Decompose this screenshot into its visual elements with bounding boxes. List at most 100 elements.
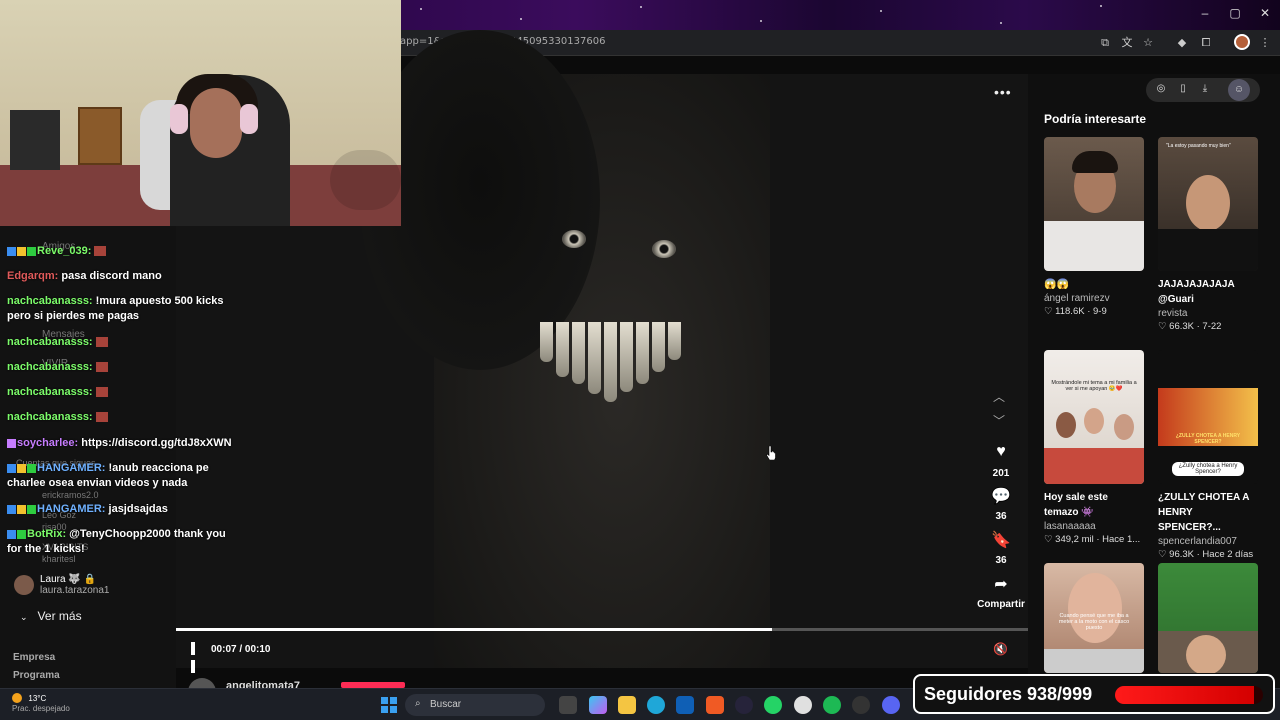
weather-widget[interactable]: 13°C Prac. despejado — [12, 693, 70, 713]
browser-menu-icon[interactable]: ⋮ — [1258, 36, 1272, 50]
chat-badge-icon — [17, 504, 26, 514]
whatsapp-icon[interactable] — [764, 696, 782, 714]
task-view-icon[interactable] — [559, 696, 577, 714]
file-explorer-icon[interactable] — [618, 696, 636, 714]
creature-teeth — [540, 322, 681, 402]
taskbar-search[interactable]: ⌕ Buscar — [405, 694, 545, 716]
screen: – ▢ ✕ app=1&web_id=7453545095330137606 ⧉… — [0, 0, 1280, 720]
like-button[interactable]: ♥ 201 — [978, 443, 1024, 481]
see-more-button[interactable]: ⌄ Ver más — [20, 609, 82, 623]
video-thumbnail[interactable]: "La estoy pasando muy bien" — [1158, 137, 1258, 271]
creature-eye-left — [562, 230, 586, 248]
phone-icon[interactable]: ▯ — [1176, 83, 1190, 94]
thumbnail-overlay-text: Mostrándole mi tema a mi familia a ver s… — [1051, 380, 1137, 392]
edge-icon[interactable] — [647, 696, 665, 714]
video-thumbnail[interactable]: Mostrándole mi tema a mi familia a ver s… — [1044, 350, 1144, 484]
card-caption: 😱😱 — [1044, 279, 1069, 290]
mute-icon[interactable]: 🔇 — [993, 642, 1008, 656]
chat-message: nachcabanasss: !mura apuesto 500 kicks p… — [7, 295, 224, 322]
app-icon[interactable] — [735, 696, 753, 714]
like-count: 201 — [992, 468, 1010, 479]
chat-badge-icon — [7, 504, 16, 514]
card-username[interactable]: ángel ramirezv — [1044, 293, 1144, 304]
chevron-down-icon: ⌄ — [20, 612, 28, 622]
creature-eye-right — [652, 240, 676, 258]
close-icon[interactable]: ✕ — [1250, 6, 1280, 20]
chat-badge-icon — [17, 529, 26, 539]
followers-goal-fill — [1115, 686, 1254, 704]
bookmark-star-icon[interactable]: ☆ — [1141, 36, 1155, 50]
recommended-video-card[interactable] — [1158, 563, 1258, 673]
followed-name: Laura 🐺 🔒 — [40, 574, 97, 585]
video-thumbnail[interactable] — [1044, 137, 1144, 271]
install-app-icon[interactable]: ⧉ — [1098, 36, 1112, 50]
compass-icon[interactable]: ◎ — [1154, 83, 1168, 94]
thumbnail-overlay-text: Cuando pensé que me iba a meter a la mot… — [1058, 613, 1130, 631]
extension-icon[interactable]: ◆ — [1175, 36, 1189, 50]
video-progress-bar[interactable] — [176, 628, 1028, 631]
chat-badge-icon — [27, 504, 36, 514]
next-video-icon[interactable]: ﹀ — [993, 412, 1005, 429]
taskbar-search-label: Buscar — [430, 699, 462, 710]
more-options-icon[interactable]: ••• — [994, 84, 1012, 100]
recommended-video-card[interactable]: ¿ZULLY CHOTEA A HENRY SPENCER? ¿Zully ch… — [1158, 350, 1258, 560]
obs-icon[interactable] — [852, 696, 870, 714]
card-username[interactable]: lasanaaaaa — [1044, 521, 1144, 532]
user-avatar-icon[interactable]: ☺ — [1228, 79, 1250, 101]
start-menu-icon[interactable] — [381, 697, 397, 713]
previous-video-icon[interactable]: ︿ — [993, 388, 1005, 405]
share-label: Compartir — [977, 599, 1025, 610]
card-caption: ¿ZULLY CHOTEA A HENRY SPENCER?... — [1158, 492, 1250, 533]
recommended-video-card[interactable]: 😱😱 ángel ramirezv ♡ 118.6K · 9-9 — [1044, 137, 1144, 317]
chat-message: nachcabanasss: — [7, 385, 239, 400]
chat-badge-icon — [7, 438, 16, 448]
brave-icon[interactable] — [706, 696, 724, 714]
discord-icon[interactable] — [882, 696, 900, 714]
hand-cursor-icon — [766, 446, 776, 460]
video-thumbnail[interactable]: ¿ZULLY CHOTEA A HENRY SPENCER? ¿Zully ch… — [1158, 350, 1258, 484]
video-progress-fill — [176, 628, 773, 631]
followed-account-laura[interactable]: Laura 🐺 🔒 laura.tarazona1 — [14, 574, 110, 596]
minimize-icon[interactable]: – — [1190, 6, 1220, 20]
extensions-puzzle-icon[interactable]: ⧠ — [1199, 36, 1213, 50]
card-username[interactable]: revista — [1158, 308, 1258, 319]
followers-goal-bar — [1115, 686, 1263, 704]
webcam-overlay — [0, 0, 401, 226]
maximize-icon[interactable]: ▢ — [1220, 6, 1250, 20]
recommended-video-card[interactable]: Cuando pensé que me iba a meter a la mot… — [1044, 563, 1144, 673]
recommended-video-card[interactable]: "La estoy pasando muy bien" JAJAJAJAJAJA… — [1158, 137, 1258, 332]
store-icon[interactable] — [676, 696, 694, 714]
chrome-icon[interactable] — [794, 696, 812, 714]
comment-icon: 💬 — [991, 488, 1011, 505]
card-stats: ♡ 96.3K · Hace 2 días — [1158, 549, 1254, 560]
followed-handle: laura.tarazona1 — [40, 585, 110, 596]
chat-badge-icon — [7, 246, 16, 256]
spotify-icon[interactable] — [823, 696, 841, 714]
followed-account[interactable]: erickramos2.0 — [42, 490, 99, 500]
comment-button[interactable]: 💬 36 — [978, 486, 1024, 524]
chat-message: Edgarqm: pasa discord mano — [7, 270, 162, 282]
avatar — [14, 575, 34, 595]
chat-message: BotRix: @TenyChoopp2000 thank you for th… — [7, 528, 226, 555]
chat-badge-icon — [7, 463, 16, 473]
chat-badge-icon — [17, 463, 26, 473]
footer-link-program[interactable]: Programa — [13, 670, 60, 681]
card-username[interactable]: spencerlandia007 — [1158, 536, 1258, 547]
download-icon[interactable]: ⤓ — [1198, 83, 1212, 94]
video-author-bar: angelitomata7 — [176, 674, 1028, 706]
save-button[interactable]: 🔖 36 — [978, 530, 1024, 568]
followers-goal-label: Seguidores 938/999 — [924, 684, 1093, 704]
share-button[interactable]: ➦ Compartir — [974, 574, 1028, 612]
footer-link-company[interactable]: Empresa — [13, 652, 55, 663]
video-thumbnail[interactable]: Cuando pensé que me iba a meter a la mot… — [1044, 563, 1144, 673]
recommended-video-card[interactable]: Mostrándole mi tema a mi familia a ver s… — [1044, 350, 1144, 545]
chat-message: soycharlee: https://discord.gg/tdJ8xXWN — [7, 436, 239, 451]
profile-avatar[interactable] — [1234, 34, 1250, 50]
pause-icon[interactable] — [191, 642, 203, 673]
translate-icon[interactable]: 文 — [1120, 36, 1134, 50]
weather-temp: 13°C — [28, 694, 47, 703]
player-toolbar: ◎ ▯ ⤓ ☺ — [1146, 78, 1260, 102]
card-caption: Hoy sale este temazo 👾 — [1044, 492, 1108, 518]
video-thumbnail[interactable] — [1158, 563, 1258, 673]
copilot-icon[interactable] — [589, 696, 607, 714]
